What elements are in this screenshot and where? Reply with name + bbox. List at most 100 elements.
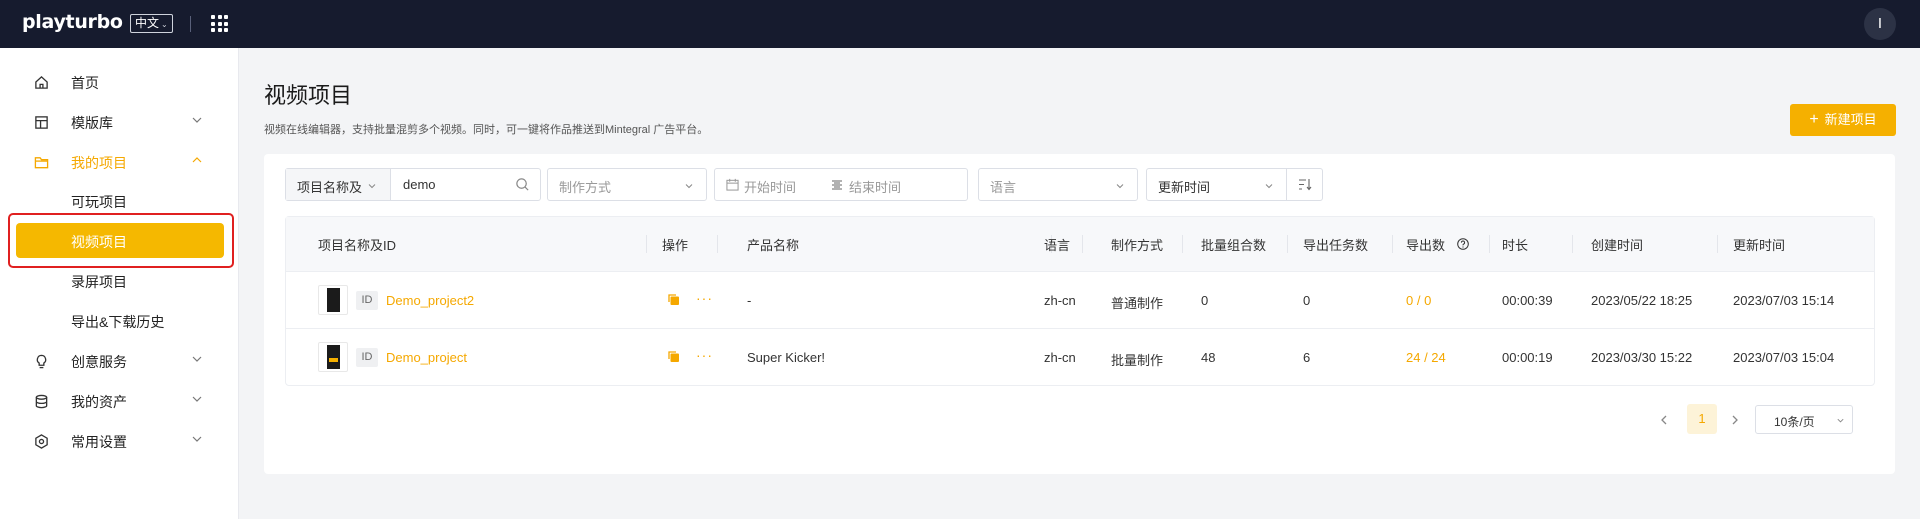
language-placeholder: 语言 — [990, 180, 1017, 195]
project-name-link[interactable]: Demo_project — [386, 350, 467, 365]
sort-field-select[interactable]: 更新时间 — [1146, 168, 1323, 201]
page-number-current[interactable]: 1 — [1687, 404, 1717, 434]
sidebar-item-my-assets[interactable]: 我的资产 — [0, 386, 239, 416]
exports-link[interactable]: 0 / 0 — [1406, 293, 1431, 308]
name-search-filter: 项目名称及 demo — [285, 168, 541, 201]
column-header-language: 语言 — [1044, 238, 1071, 253]
id-badge[interactable]: ID — [356, 291, 378, 310]
prev-page-icon[interactable] — [1657, 413, 1671, 427]
end-date-placeholder: 结束时间 — [849, 180, 902, 195]
project-name-link[interactable]: Demo_project2 — [386, 293, 474, 308]
chevron-down-icon — [1265, 184, 1273, 189]
app-logo[interactable]: playturbo — [22, 11, 123, 33]
chevron-down-icon — [1837, 418, 1844, 423]
language-label: 中文 — [135, 16, 160, 30]
template-icon — [35, 116, 48, 129]
more-actions-icon[interactable]: ··· — [696, 291, 713, 305]
updated-time: 2023/07/03 15:04 — [1733, 350, 1835, 365]
project-thumbnail[interactable] — [318, 342, 348, 372]
copy-icon[interactable] — [667, 350, 680, 363]
product-name: - — [747, 293, 752, 308]
chevron-down-icon — [192, 396, 202, 402]
mode-select[interactable]: 制作方式 — [547, 168, 707, 201]
next-page-icon[interactable] — [1728, 413, 1742, 427]
chevron-down-icon — [685, 184, 693, 189]
exports-link[interactable]: 24 / 24 — [1406, 350, 1446, 365]
apps-grid-icon[interactable] — [211, 15, 228, 32]
sort-order-button[interactable] — [1286, 169, 1322, 200]
column-header-actions: 操作 — [662, 238, 689, 253]
language-select[interactable]: 语言 — [978, 168, 1138, 201]
sidebar-item-settings[interactable]: 常用设置 — [0, 426, 239, 456]
column-divider — [1182, 235, 1183, 253]
column-header-updated: 更新时间 — [1733, 238, 1786, 253]
search-input[interactable]: demo — [403, 177, 436, 192]
sidebar-item-label: 我的资产 — [71, 394, 127, 410]
combos-value: 0 — [1201, 293, 1209, 308]
copy-icon[interactable] — [667, 293, 680, 306]
date-range-picker[interactable]: 开始时间 结束时间 — [714, 168, 968, 201]
home-icon — [35, 75, 48, 89]
chevron-down-icon: ⌄ — [161, 20, 168, 29]
column-header-combos: 批量组合数 — [1201, 238, 1267, 253]
chevron-down-icon — [192, 436, 202, 442]
range-separator-icon — [832, 180, 842, 190]
sidebar-item-my-projects[interactable]: 我的项目 — [0, 147, 239, 177]
page-description: 视频在线编辑器，支持批量混剪多个视频。同时，可一键将作品推送到Mintegral… — [264, 124, 709, 136]
sidebar-item-label: 模版库 — [71, 115, 113, 131]
highlight-box — [8, 213, 234, 268]
sidebar-item-templates[interactable]: 模版库 — [0, 107, 239, 137]
sort-descending-icon — [1299, 179, 1312, 191]
sidebar-subitem-recording[interactable]: 录屏项目 — [0, 266, 239, 296]
sidebar-item-creative-services[interactable]: 创意服务 — [0, 346, 239, 376]
table-header: 项目名称及ID 操作 产品名称 语言 制作方式 批量组合数 导出任务数 导出数 … — [286, 217, 1874, 272]
column-divider — [1717, 235, 1718, 253]
help-icon[interactable] — [1457, 238, 1469, 250]
table-row: ID Demo_project ··· Super Kicker! zh-cn … — [286, 329, 1874, 386]
chevron-down-icon — [368, 184, 376, 189]
sidebar: 首页 模版库 我的项目 可玩项目 视频项目 录屏项目 导出&下载历史 创意服务 … — [0, 48, 239, 519]
page-size-label: 10条/页 — [1774, 415, 1815, 429]
project-thumbnail[interactable] — [318, 285, 348, 315]
new-project-button[interactable]: + 新建项目 — [1790, 104, 1896, 136]
chevron-down-icon — [192, 117, 202, 123]
page-size-select[interactable]: 10条/页 — [1755, 405, 1853, 434]
lightbulb-icon — [36, 354, 47, 369]
language-selector[interactable]: 中文 ⌄ — [130, 14, 173, 33]
search-field-select[interactable]: 项目名称及 — [286, 169, 391, 200]
column-divider — [717, 235, 718, 253]
column-header-name: 项目名称及ID — [318, 238, 397, 253]
column-divider — [1572, 235, 1573, 253]
sidebar-item-home[interactable]: 首页 — [0, 67, 239, 97]
start-date-placeholder: 开始时间 — [744, 180, 797, 195]
sidebar-subitem-label: 可玩项目 — [71, 194, 127, 210]
projects-table: 项目名称及ID 操作 产品名称 语言 制作方式 批量组合数 导出任务数 导出数 … — [285, 216, 1875, 386]
duration-value: 00:00:19 — [1502, 350, 1553, 365]
calendar-icon — [726, 178, 739, 191]
column-header-exports: 导出数 — [1406, 238, 1446, 253]
avatar[interactable]: I — [1864, 8, 1896, 40]
language-value: zh-cn — [1044, 293, 1076, 308]
mode-value: 批量制作 — [1111, 353, 1164, 368]
column-divider — [1287, 235, 1288, 253]
sidebar-subitem-label: 导出&下载历史 — [71, 314, 165, 330]
sidebar-item-label: 创意服务 — [71, 354, 127, 370]
column-header-tasks: 导出任务数 — [1303, 238, 1369, 253]
sidebar-item-label: 我的项目 — [71, 155, 127, 171]
search-icon[interactable] — [515, 177, 530, 192]
plus-icon: + — [1809, 111, 1819, 128]
projects-card: 项目名称及 demo 制作方式 开始时间 结束时间 语言 更新时间 项目名称及I… — [264, 154, 1895, 474]
column-divider — [1082, 235, 1083, 253]
sidebar-subitem-playable[interactable]: 可玩项目 — [0, 186, 239, 216]
mode-placeholder: 制作方式 — [559, 180, 612, 195]
created-time: 2023/05/22 18:25 — [1591, 293, 1693, 308]
column-header-mode: 制作方式 — [1111, 238, 1164, 253]
sidebar-item-label: 常用设置 — [71, 434, 127, 450]
more-actions-icon[interactable]: ··· — [696, 348, 713, 362]
id-badge[interactable]: ID — [356, 348, 378, 367]
column-divider — [646, 235, 647, 253]
sidebar-subitem-export-history[interactable]: 导出&下载历史 — [0, 306, 239, 336]
combos-value: 48 — [1201, 350, 1216, 365]
updated-time: 2023/07/03 15:14 — [1733, 293, 1835, 308]
search-field-label: 项目名称及 — [297, 180, 363, 195]
